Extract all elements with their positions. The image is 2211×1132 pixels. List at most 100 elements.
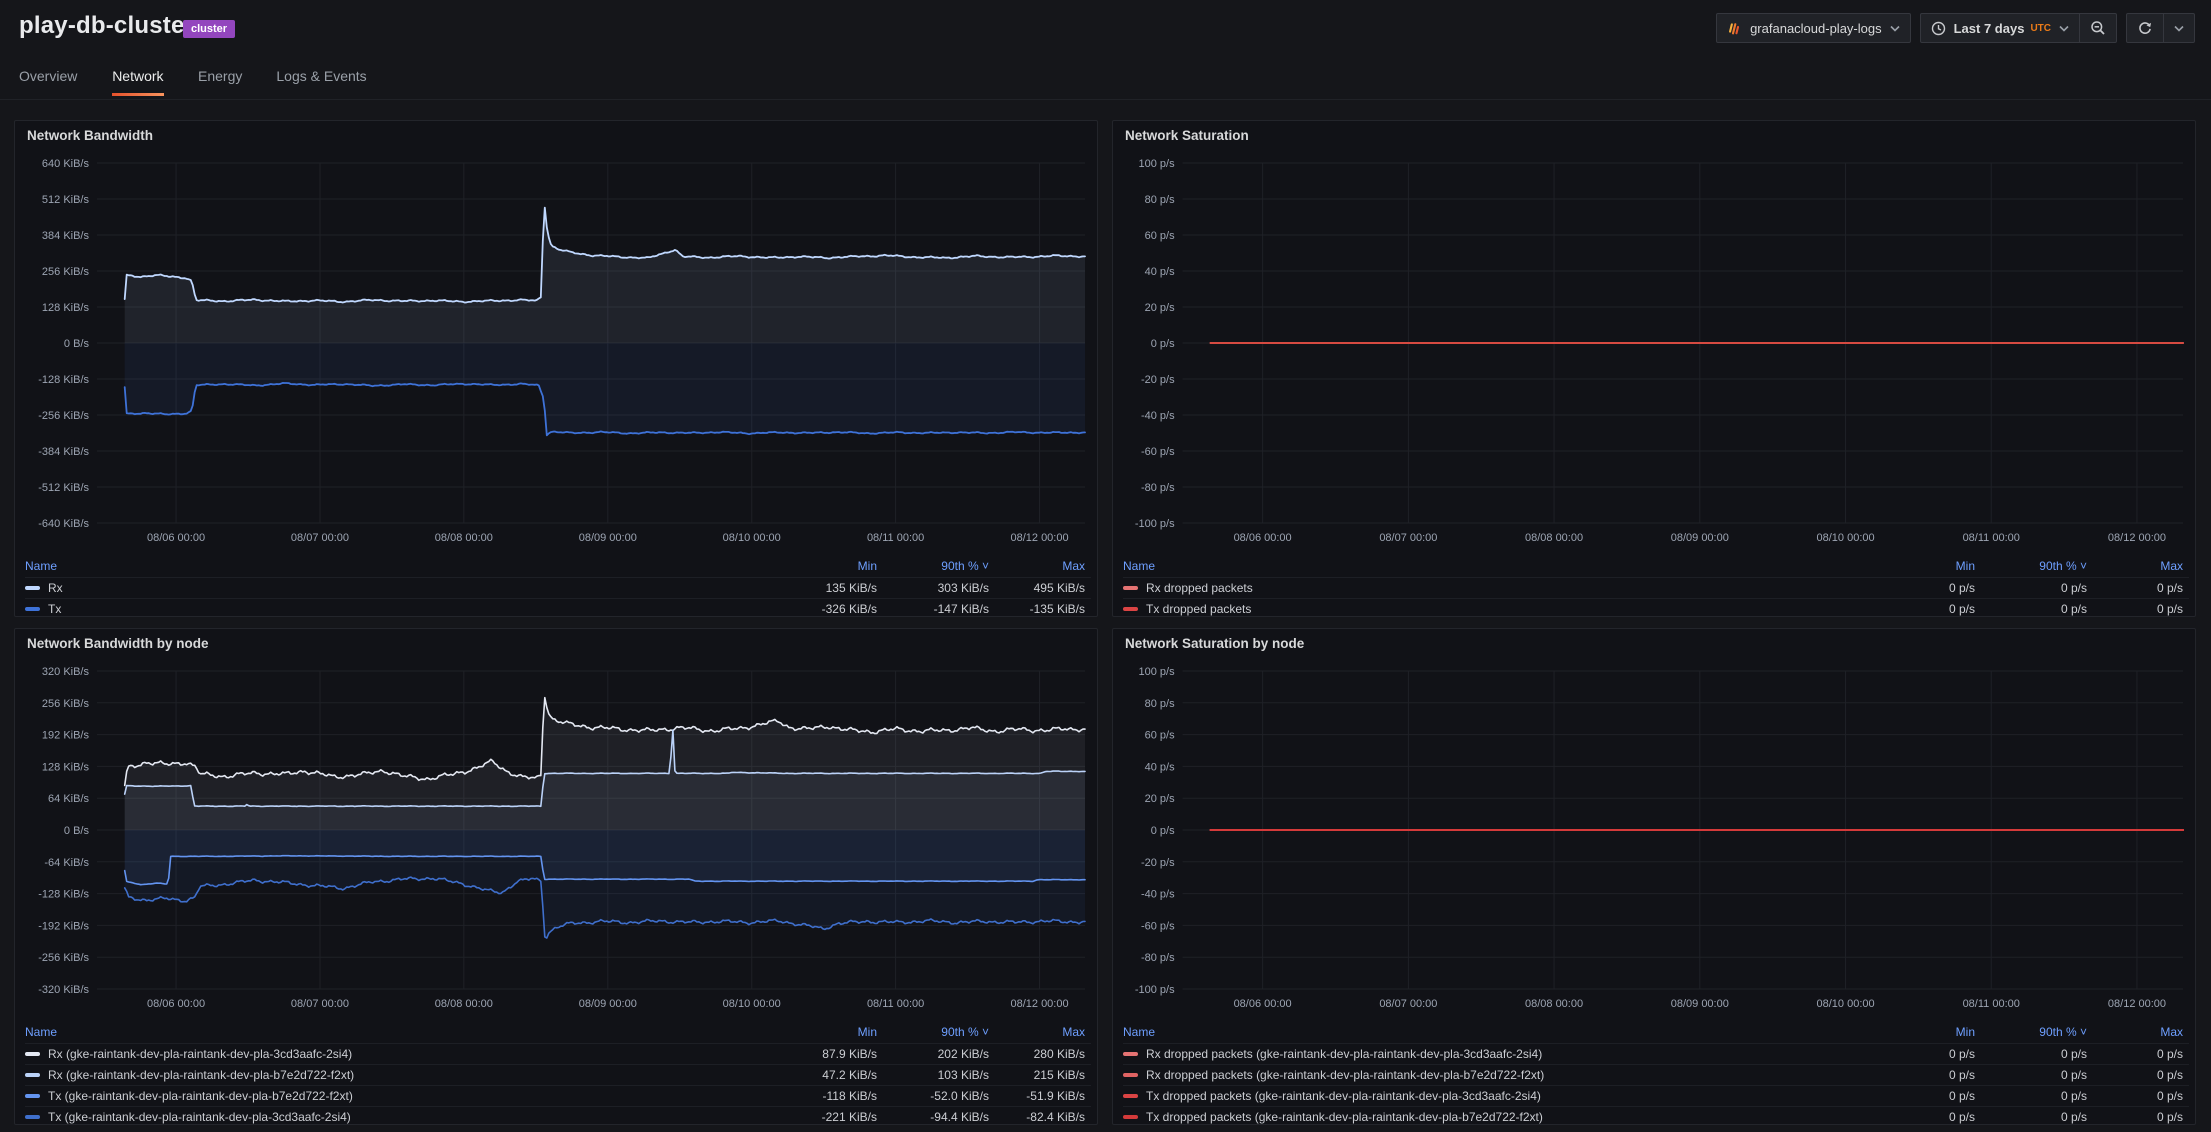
legend-stat-value: -82.4 KiB/s xyxy=(995,1110,1091,1124)
legend-stat-value: 280 KiB/s xyxy=(995,1047,1091,1061)
series-color-marker-icon xyxy=(25,1094,40,1098)
x-axis-tick-label: 08/07 00:00 xyxy=(291,532,349,544)
x-axis-tick-label: 08/11 00:00 xyxy=(1963,998,2020,1010)
refresh-icon xyxy=(2137,20,2153,36)
legend-header-min[interactable]: Min xyxy=(1869,559,1981,573)
y-axis-tick-label: -20 p/s xyxy=(1141,857,1175,869)
y-axis-tick-label: 60 p/s xyxy=(1145,230,1175,242)
y-axis-tick-label: 0 B/s xyxy=(64,825,90,837)
legend-header-max[interactable]: Max xyxy=(995,559,1091,573)
legend-header-90th[interactable]: 90th % ˅ xyxy=(1981,1025,2093,1039)
legend-header-90th[interactable]: 90th % ˅ xyxy=(1981,559,2093,573)
toolbar: grafanacloud-play-logs Last 7 days UTC xyxy=(1716,13,2195,43)
loki-logo-icon xyxy=(1727,21,1742,36)
legend-stat-value: 47.2 KiB/s xyxy=(771,1068,883,1082)
x-axis-tick-label: 08/09 00:00 xyxy=(579,532,637,544)
panel-network-bandwidth-by-node: Network Bandwidth by node320 KiB/s256 Ki… xyxy=(14,628,1098,1125)
series-color-marker-icon xyxy=(25,1052,40,1056)
legend-stat-value: 0 p/s xyxy=(1869,1089,1981,1103)
refresh-interval-dropdown[interactable] xyxy=(2163,14,2194,42)
x-axis-tick-label: 08/10 00:00 xyxy=(723,532,781,544)
legend-series-name[interactable]: Rx (gke-raintank-dev-pla-raintank-dev-pl… xyxy=(25,1068,771,1082)
legend-series-name[interactable]: Rx xyxy=(25,581,771,595)
legend-row: Rx dropped packets0 p/s0 p/s0 p/s xyxy=(1123,577,2189,598)
legend-series-name[interactable]: Rx dropped packets (gke-raintank-dev-pla… xyxy=(1123,1047,1869,1061)
legend-series-name[interactable]: Tx dropped packets (gke-raintank-dev-pla… xyxy=(1123,1110,1869,1124)
y-axis-tick-label: -128 KiB/s xyxy=(38,889,89,901)
legend-stat-value: 0 p/s xyxy=(1981,1068,2093,1082)
y-axis-tick-label: 320 KiB/s xyxy=(42,666,90,678)
y-axis-tick-label: 40 p/s xyxy=(1145,266,1175,278)
time-range-picker[interactable]: Last 7 days UTC xyxy=(1921,14,2079,42)
legend-series-name[interactable]: Tx (gke-raintank-dev-pla-raintank-dev-pl… xyxy=(25,1110,771,1124)
panel-title[interactable]: Network Saturation xyxy=(1113,121,2195,151)
y-axis-tick-label: 256 KiB/s xyxy=(42,266,90,278)
legend-header-name[interactable]: Name xyxy=(1123,559,1869,573)
legend-stat-value: 495 KiB/s xyxy=(995,581,1091,595)
datasource-picker[interactable]: grafanacloud-play-logs xyxy=(1716,13,1911,43)
legend-row: Tx (gke-raintank-dev-pla-raintank-dev-pl… xyxy=(25,1085,1091,1106)
legend-table: NameMin90th % ˅Max Rx dropped packets (gk… xyxy=(1113,1020,2195,1127)
legend-stat-value: -147 KiB/s xyxy=(883,602,995,616)
legend-header-90th[interactable]: 90th % ˅ xyxy=(883,1025,995,1039)
legend-series-name[interactable]: Tx dropped packets (gke-raintank-dev-pla… xyxy=(1123,1089,1869,1103)
series-color-marker-icon xyxy=(1123,1073,1138,1077)
legend-row: Rx (gke-raintank-dev-pla-raintank-dev-pl… xyxy=(25,1043,1091,1064)
legend-stat-value: 303 KiB/s xyxy=(883,581,995,595)
legend-row: Tx (gke-raintank-dev-pla-raintank-dev-pl… xyxy=(25,1106,1091,1127)
series-color-marker-icon xyxy=(25,1073,40,1077)
legend-series-name[interactable]: Rx dropped packets (gke-raintank-dev-pla… xyxy=(1123,1068,1869,1082)
tab-energy[interactable]: Energy xyxy=(198,68,242,96)
y-axis-tick-label: 64 KiB/s xyxy=(48,793,89,805)
legend-header-name[interactable]: Name xyxy=(25,559,771,573)
y-axis-tick-label: -128 KiB/s xyxy=(38,374,89,386)
legend-header-name[interactable]: Name xyxy=(1123,1025,1869,1039)
x-axis-tick-label: 08/07 00:00 xyxy=(1379,532,1437,544)
legend-stat-value: 0 p/s xyxy=(1981,1089,2093,1103)
tab-overview[interactable]: Overview xyxy=(19,68,77,96)
clock-icon xyxy=(1931,21,1946,36)
legend-series-name[interactable]: Tx (gke-raintank-dev-pla-raintank-dev-pl… xyxy=(25,1089,771,1103)
legend-header-name[interactable]: Name xyxy=(25,1025,771,1039)
legend-stat-value: -118 KiB/s xyxy=(771,1089,883,1103)
legend-stat-value: 0 p/s xyxy=(2093,1110,2189,1124)
panel-title[interactable]: Network Bandwidth xyxy=(15,121,1097,151)
tab-network[interactable]: Network xyxy=(112,68,163,96)
panel-title[interactable]: Network Bandwidth by node xyxy=(15,629,1097,659)
legend-series-name[interactable]: Tx dropped packets xyxy=(1123,602,1869,616)
legend-header-max[interactable]: Max xyxy=(2093,559,2189,573)
y-axis-tick-label: -100 p/s xyxy=(1135,518,1175,530)
legend-row: Tx-326 KiB/s-147 KiB/s-135 KiB/s xyxy=(25,598,1091,619)
legend-row: Rx dropped packets (gke-raintank-dev-pla… xyxy=(1123,1043,2189,1064)
series-color-marker-icon xyxy=(1123,607,1138,611)
legend-header-min[interactable]: Min xyxy=(771,1025,883,1039)
y-axis-tick-label: 384 KiB/s xyxy=(42,230,90,242)
zoom-out-button[interactable] xyxy=(2079,14,2116,42)
legend-header-min[interactable]: Min xyxy=(771,559,883,573)
refresh-button[interactable] xyxy=(2127,14,2163,42)
legend-header-max[interactable]: Max xyxy=(995,1025,1091,1039)
legend-series-name[interactable]: Rx (gke-raintank-dev-pla-raintank-dev-pl… xyxy=(25,1047,771,1061)
time-series-chart[interactable]: 320 KiB/s256 KiB/s192 KiB/s128 KiB/s64 K… xyxy=(19,659,1093,1015)
legend-series-name[interactable]: Tx xyxy=(25,602,771,616)
legend-header-90th[interactable]: 90th % ˅ xyxy=(883,559,995,573)
time-series-chart[interactable]: 640 KiB/s512 KiB/s384 KiB/s256 KiB/s128 … xyxy=(19,151,1093,549)
time-series-chart[interactable]: 100 p/s80 p/s60 p/s40 p/s20 p/s0 p/s-20 … xyxy=(1117,151,2191,549)
legend-row: Rx135 KiB/s303 KiB/s495 KiB/s xyxy=(25,577,1091,598)
legend-stat-value: -221 KiB/s xyxy=(771,1110,883,1124)
tab-logs-events[interactable]: Logs & Events xyxy=(276,68,366,96)
legend-stat-value: 103 KiB/s xyxy=(883,1068,995,1082)
chevron-down-icon xyxy=(1890,25,1900,32)
legend-stat-value: -326 KiB/s xyxy=(771,602,883,616)
x-axis-tick-label: 08/08 00:00 xyxy=(1525,998,1583,1010)
legend-header-max[interactable]: Max xyxy=(2093,1025,2189,1039)
legend-table: NameMin90th % ˅Max Rx (gke-raintank-dev-p… xyxy=(15,1020,1097,1127)
legend-header-min[interactable]: Min xyxy=(1869,1025,1981,1039)
x-axis-tick-label: 08/06 00:00 xyxy=(147,532,205,544)
panel-title[interactable]: Network Saturation by node xyxy=(1113,629,2195,659)
legend-row: Rx dropped packets (gke-raintank-dev-pla… xyxy=(1123,1064,2189,1085)
y-axis-tick-label: -20 p/s xyxy=(1141,374,1175,386)
legend-series-name[interactable]: Rx dropped packets xyxy=(1123,581,1869,595)
time-series-chart[interactable]: 100 p/s80 p/s60 p/s40 p/s20 p/s0 p/s-20 … xyxy=(1117,659,2191,1015)
y-axis-tick-label: -64 KiB/s xyxy=(44,857,89,869)
